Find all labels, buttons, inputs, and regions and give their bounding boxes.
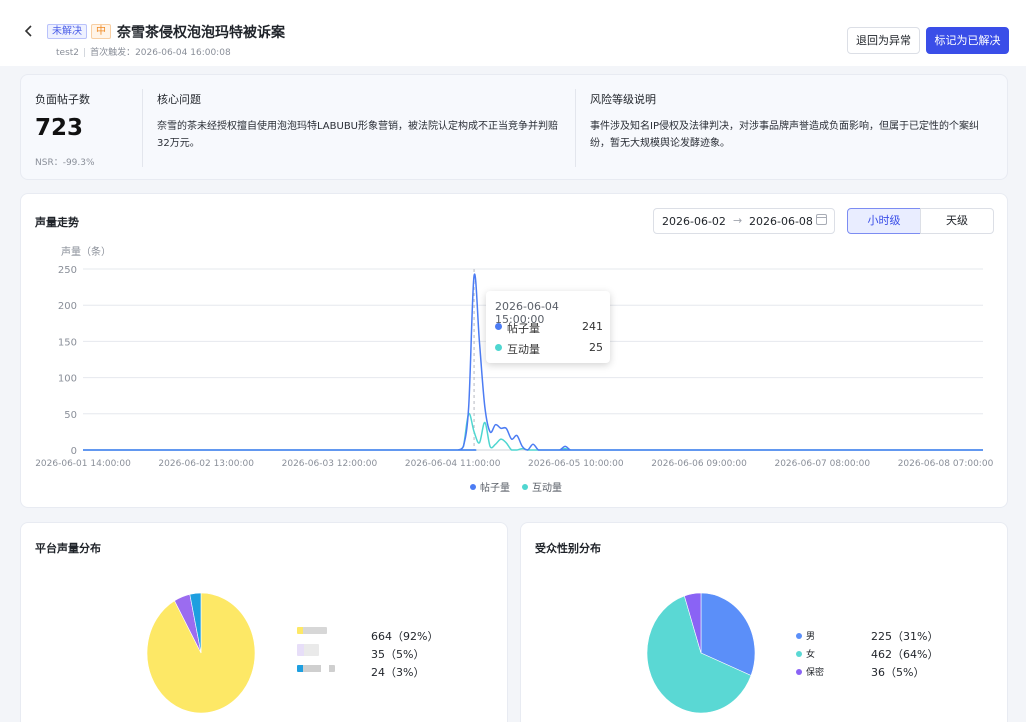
gender-distribution-title: 受众性别分布 <box>535 542 601 555</box>
negative-posts-count: 723 <box>35 115 84 141</box>
y-tick-label: 250 <box>58 265 77 276</box>
tooltip-posts-label: 帖子量 <box>507 322 540 335</box>
platform-legend-icon <box>297 627 327 634</box>
first-trigger-label: 首次触发： <box>90 48 136 58</box>
y-tick-label: 100 <box>58 374 77 385</box>
legend-label: 互动量 <box>532 482 562 494</box>
tooltip-posts-row: 帖子量 241 <box>495 320 603 335</box>
author: test2 <box>56 48 80 58</box>
platform-distribution-title: 平台声量分布 <box>35 542 101 555</box>
x-tick-label: 2026-06-06 09:00:00 <box>651 459 747 469</box>
core-issue-label: 核心问题 <box>157 93 201 106</box>
y-tick-label: 0 <box>71 446 77 457</box>
platform-legend-value: 664（92%） <box>371 630 439 643</box>
y-tick-label: 50 <box>64 410 77 421</box>
platform-distribution-card: 平台声量分布 664（92%） 35（5%） 24（3%） <box>20 522 508 722</box>
undisclosed-dot-icon <box>796 669 802 675</box>
posts-dot-icon <box>495 323 502 330</box>
event-meta: test2 | 首次触发：2026-06-04 16:00:08 <box>56 48 231 58</box>
legend-label: 帖子量 <box>480 481 510 494</box>
gender-legend-label: 保密 <box>806 668 825 678</box>
gender-distribution-card: 受众性别分布 男 225（31%） 女 462（64%） 保密 36（5%） <box>520 522 1008 722</box>
platform-legend-icon <box>297 644 319 656</box>
x-tick-label: 2026-06-05 10:00:00 <box>528 459 624 469</box>
status-badge: 未解决 <box>47 24 87 39</box>
x-tick-label: 2026-06-08 07:00:00 <box>898 459 994 469</box>
platform-pie-chart <box>146 592 256 714</box>
x-tick-label: 2026-06-01 14:00:00 <box>35 459 131 469</box>
x-tick-label: 2026-06-03 12:00:00 <box>282 459 378 469</box>
date-range-picker[interactable]: 2026-06-02 → 2026-06-08 <box>653 208 835 234</box>
x-tick-label: 2026-06-02 13:00:00 <box>158 459 254 469</box>
core-issue-text: 奈雪的茶未经授权擅自使用泡泡玛特LABUBU形象营销，被法院认定构成不正当竞争并… <box>157 121 559 149</box>
granularity-hour-tab[interactable]: 小时级 <box>847 208 921 234</box>
platform-legend-icon <box>297 665 335 672</box>
y-tick-label: 150 <box>58 337 77 348</box>
gender-legend-value: 462（64%） <box>871 648 939 661</box>
gender-legend-label: 女 <box>806 650 816 660</box>
mark-resolved-button[interactable]: 标记为已解决 <box>926 27 1009 54</box>
gender-legend-value: 36（5%） <box>871 666 925 679</box>
range-arrow-icon: → <box>733 214 743 227</box>
risk-level-text: 事件涉及知名IP侵权及法律判决，对涉事品牌声誉造成负面影响，但属于已定性的个案纠… <box>590 121 979 149</box>
divider <box>142 89 143 167</box>
date-to[interactable]: 2026-06-08 <box>749 215 813 228</box>
interactions-dot-icon <box>495 344 502 351</box>
risk-level-label: 风险等级说明 <box>590 93 656 106</box>
revert-to-abnormal-button[interactable]: 退回为异常 <box>847 27 920 54</box>
legend-dot-icon <box>470 484 476 490</box>
x-tick-label: 2026-06-04 11:00:00 <box>405 459 501 469</box>
platform-legend-value: 35（5%） <box>371 648 425 661</box>
volume-trend-card: 声量（条） 250 200 150 100 50 0 2026-06-01 14:00:00 2… <box>20 193 1008 508</box>
gender-legend-value: 225（31%） <box>871 630 939 643</box>
tooltip-posts-value: 241 <box>582 320 603 333</box>
male-dot-icon <box>796 633 802 639</box>
risk-level-badge: 中 <box>91 24 111 39</box>
negative-posts-label: 负面帖子数 <box>35 93 90 106</box>
nsr-value: NSR：-99.3% <box>35 158 95 168</box>
trend-title: 声量走势 <box>35 216 79 229</box>
tooltip-interactions-label: 互动量 <box>507 343 540 356</box>
y-tick-label: 200 <box>58 301 77 312</box>
legend-dot-icon <box>522 484 528 490</box>
tooltip-interactions-row: 互动量 25 <box>495 341 603 356</box>
y-axis-label: 声量（条） <box>61 245 111 258</box>
page-header: 未解决 中 奈雪茶侵权泡泡玛特被诉案 test2 | 首次触发：2026-06-04… <box>0 0 1026 66</box>
x-tick-label: 2026-06-07 08:00:00 <box>774 459 870 469</box>
calendar-icon[interactable] <box>816 214 827 225</box>
date-from[interactable]: 2026-06-02 <box>662 215 726 228</box>
gender-pie-chart <box>646 592 756 714</box>
divider <box>575 89 576 167</box>
gender-legend-label: 男 <box>806 632 816 642</box>
female-dot-icon <box>796 651 802 657</box>
chevron-left-icon[interactable] <box>22 24 36 38</box>
platform-legend-value: 24（3%） <box>371 666 425 679</box>
page-title: 奈雪茶侵权泡泡玛特被诉案 <box>117 25 285 41</box>
first-trigger-time: 2026-06-04 16:00:08 <box>135 48 231 58</box>
tooltip-interactions-value: 25 <box>589 341 603 354</box>
chart-tooltip: 2026-06-04 15:00:00 帖子量 241 互动量 25 <box>486 291 610 363</box>
summary-panel: 负面帖子数 723 NSR：-99.3% 核心问题 奈雪的茶未经授权擅自使用泡泡… <box>20 74 1008 180</box>
granularity-day-tab[interactable]: 天级 <box>920 208 994 234</box>
